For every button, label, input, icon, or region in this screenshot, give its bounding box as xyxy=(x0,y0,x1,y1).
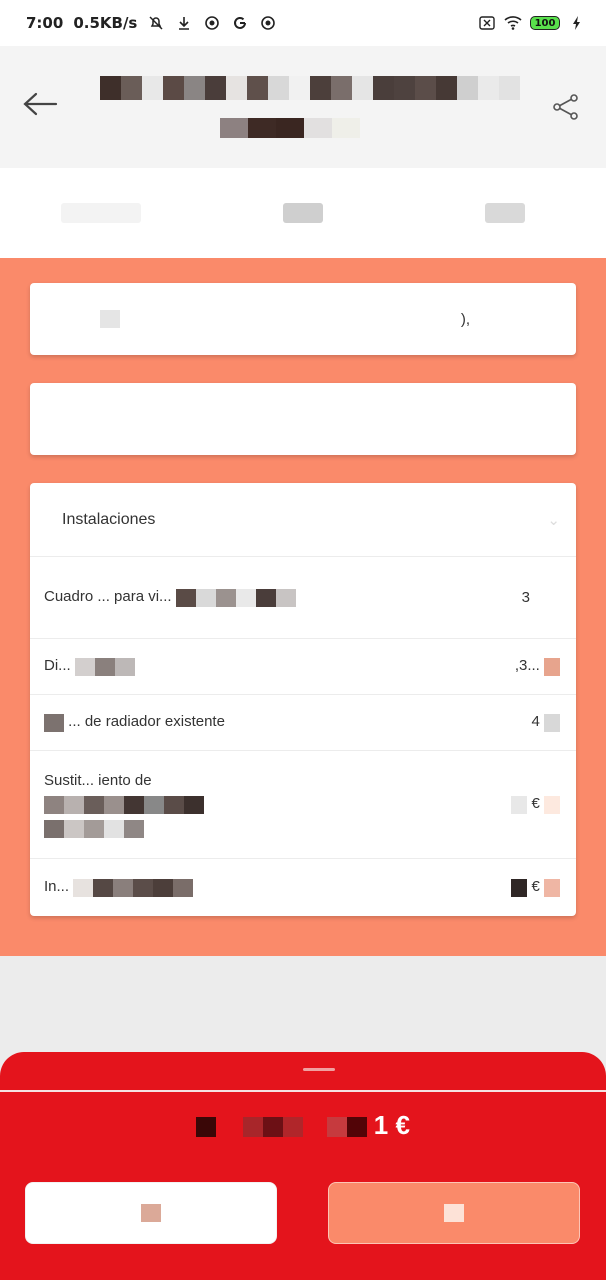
info-card-2[interactable] xyxy=(30,383,576,455)
primary-button[interactable] xyxy=(328,1182,580,1244)
arrow-left-icon xyxy=(23,92,58,116)
bottom-sheet: 1 € xyxy=(0,1052,606,1280)
share-button[interactable] xyxy=(552,94,582,120)
list-item-value: 3 xyxy=(521,589,530,606)
total-amount: 1 € xyxy=(0,1110,606,1141)
card1-value: ), xyxy=(460,310,470,328)
tab-bar xyxy=(0,168,606,260)
list-item[interactable]: Cuadro ... para vi... 3 xyxy=(30,557,576,639)
google-icon xyxy=(231,14,249,32)
network-speed: 0.5KB/s xyxy=(73,14,138,32)
list-item-value: € xyxy=(531,878,540,896)
time: 7:00 xyxy=(26,14,64,32)
battery-icon: 100 xyxy=(530,16,560,30)
back-button[interactable] xyxy=(22,90,62,118)
list-item[interactable]: In... € xyxy=(30,859,576,916)
info-card-1[interactable]: ), xyxy=(30,283,576,355)
tab-1-label xyxy=(61,203,141,223)
app-icon-2 xyxy=(259,14,277,32)
divider xyxy=(0,1090,606,1092)
section-header[interactable]: Instalaciones ⌄ xyxy=(30,483,576,557)
status-bar: 7:00 0.5KB/s 100 xyxy=(0,0,606,46)
charging-icon xyxy=(568,14,586,32)
chevron-down-icon: ⌄ xyxy=(547,511,560,529)
page-title xyxy=(100,76,520,138)
tab-3-label xyxy=(485,203,525,223)
section-title: Instalaciones xyxy=(62,510,156,528)
list-item-label: In... xyxy=(44,878,70,896)
download-icon xyxy=(175,14,193,32)
list-item-label: Di... xyxy=(44,657,71,675)
title-line-1 xyxy=(100,76,520,102)
content-area: ), Instalaciones ⌄ Cuadro ... para vi...… xyxy=(0,258,606,956)
tab-1[interactable] xyxy=(0,168,202,260)
title-line-2 xyxy=(220,118,360,138)
app-header xyxy=(0,46,606,168)
tab-2-label xyxy=(283,203,323,223)
list-item-label: Cuadro ... para vi... xyxy=(44,588,172,606)
installations-card: Instalaciones ⌄ Cuadro ... para vi... 3 … xyxy=(30,483,576,916)
share-icon xyxy=(553,94,578,120)
tab-3[interactable] xyxy=(404,168,606,258)
card1-label xyxy=(44,310,461,329)
sim-off-icon xyxy=(478,14,496,32)
tab-2[interactable] xyxy=(202,168,404,258)
list-item-value: € xyxy=(531,795,540,813)
silent-bell-icon xyxy=(147,14,165,32)
drag-handle[interactable] xyxy=(303,1068,335,1071)
total-value: 1 € xyxy=(373,1110,410,1140)
list-item[interactable]: Di... ,3... xyxy=(30,639,576,695)
list-item[interactable]: Sustit... iento de € xyxy=(30,751,576,859)
list-item-label: Sustit... iento de xyxy=(44,771,152,789)
list-item[interactable]: ... de radiador existente 4 xyxy=(30,695,576,751)
wifi-icon xyxy=(504,14,522,32)
list-item-value: 4 xyxy=(531,713,540,731)
app-icon xyxy=(203,14,221,32)
list-item-value: ,3... xyxy=(514,657,540,675)
list-item-label: ... de radiador existente xyxy=(68,713,225,731)
secondary-button[interactable] xyxy=(25,1182,277,1244)
